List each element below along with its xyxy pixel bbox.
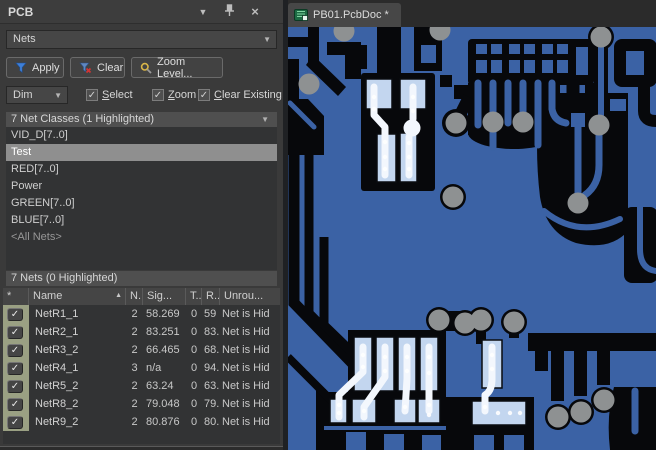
- zoom-level-button-label: Zoom Level...: [157, 55, 193, 80]
- net-class-item-all-nets[interactable]: <All Nets>: [6, 229, 277, 246]
- checkbox-check-icon: ✓: [152, 89, 164, 101]
- net-classes-header[interactable]: 7 Net Classes (1 Highlighted) ▼: [6, 112, 277, 127]
- table-row[interactable]: ✓ NetR4_1 3 n/a 0 94. Net is Hid: [3, 359, 280, 377]
- dim-select[interactable]: Dim ▼: [6, 86, 68, 104]
- panel-mode-select[interactable]: Nets ▼: [6, 30, 277, 49]
- net-class-item[interactable]: BLUE[7..0]: [6, 212, 277, 229]
- row-checkbox[interactable]: ✓: [7, 343, 23, 357]
- column-header-star[interactable]: *: [3, 288, 29, 305]
- column-header-nodes[interactable]: N..: [126, 288, 143, 305]
- pcb-document-icon: [294, 9, 308, 21]
- clear-button-label: Clear: [97, 61, 124, 74]
- row-checkbox[interactable]: ✓: [7, 415, 23, 429]
- close-icon[interactable]: ×: [247, 5, 263, 19]
- column-header-r[interactable]: R...: [202, 288, 220, 305]
- select-checkbox-label: Select: [102, 89, 133, 101]
- table-row[interactable]: ✓ NetR8_2 2 79.048 0 79. Net is Hid: [3, 395, 280, 413]
- chevron-down-icon: ▼: [263, 35, 271, 44]
- panel-menu-dropdown-icon[interactable]: ▼: [195, 5, 211, 19]
- table-row[interactable]: ✓ NetR9_2 2 80.876 0 80. Net is Hid: [3, 413, 280, 431]
- document-tab[interactable]: PB01.PcbDoc *: [288, 3, 401, 27]
- pin-icon[interactable]: [221, 4, 237, 18]
- net-class-item-selected[interactable]: Test: [6, 144, 277, 161]
- checkbox-check-icon: ✓: [198, 89, 210, 101]
- highlighted-via: [403, 119, 421, 137]
- chevron-down-icon: ▼: [54, 91, 62, 100]
- panel-titlebar: PCB ▼ ×: [0, 0, 283, 24]
- zoom-checkbox-label: Zoom: [168, 89, 197, 101]
- net-class-item[interactable]: Power: [6, 178, 277, 195]
- document-tabbar: PB01.PcbDoc *: [288, 0, 656, 27]
- table-row[interactable]: ✓ NetR3_2 2 66.465 0 68. Net is Hid: [3, 341, 280, 359]
- column-header-name[interactable]: Name ▲: [29, 288, 126, 305]
- net-class-item[interactable]: VID_D[7..0]: [6, 127, 277, 144]
- column-header-t[interactable]: T...: [186, 288, 202, 305]
- document-tab-label: PB01.PcbDoc *: [313, 9, 389, 21]
- nets-header[interactable]: 7 Nets (0 Highlighted): [6, 271, 277, 286]
- sort-ascending-icon: ▲: [115, 292, 122, 299]
- dim-value: Dim: [13, 89, 33, 101]
- pcb-editor-canvas[interactable]: [288, 27, 656, 450]
- net-class-item[interactable]: GREEN[7..0]: [6, 195, 277, 212]
- column-header-name-label: Name: [33, 290, 63, 302]
- checkbox-check-icon: ✓: [86, 89, 98, 101]
- select-checkbox[interactable]: ✓ Select: [86, 87, 133, 103]
- panel-mode-value: Nets: [13, 33, 36, 45]
- row-checkbox[interactable]: ✓: [7, 379, 23, 393]
- row-checkbox[interactable]: ✓: [7, 397, 23, 411]
- net-classes-list: VID_D[7..0] Test RED[7..0] Power GREEN[7…: [6, 127, 277, 270]
- nets-table-header: * Name ▲ N.. Sig... T... R... Unrou...: [3, 288, 280, 305]
- net-class-item[interactable]: RED[7..0]: [6, 161, 277, 178]
- clear-funnel-icon: [79, 62, 92, 73]
- net-classes-header-label: 7 Net Classes (1 Highlighted): [11, 113, 155, 125]
- column-header-signal[interactable]: Sig...: [143, 288, 186, 305]
- row-checkbox[interactable]: ✓: [7, 307, 23, 321]
- panel-section-divider[interactable]: [0, 446, 283, 450]
- zoom-checkbox[interactable]: ✓ Zoom: [152, 87, 196, 103]
- nets-header-label: 7 Nets (0 Highlighted): [11, 272, 118, 284]
- zoom-level-button[interactable]: Zoom Level...: [131, 55, 223, 80]
- magnifier-icon: [140, 62, 152, 74]
- clear-existing-checkbox[interactable]: ✓ Clear Existing: [198, 87, 282, 103]
- apply-button[interactable]: Apply: [6, 57, 64, 78]
- table-row[interactable]: ✓ NetR2_1 2 83.251 0 83. Net is Hid: [3, 323, 280, 341]
- nets-table: * Name ▲ N.. Sig... T... R... Unrou... ✓ …: [3, 288, 280, 444]
- column-header-unrouted[interactable]: Unrou...: [220, 288, 280, 305]
- pcb-panel: PCB ▼ × Nets ▼ Apply Clear Zoom Level...…: [0, 0, 283, 450]
- panel-title: PCB: [8, 5, 34, 19]
- row-checkbox[interactable]: ✓: [7, 325, 23, 339]
- clear-button[interactable]: Clear: [70, 57, 125, 78]
- apply-funnel-icon: [15, 62, 27, 73]
- clear-existing-checkbox-label: Clear Existing: [214, 89, 282, 101]
- apply-button-label: Apply: [32, 61, 60, 74]
- row-checkbox[interactable]: ✓: [7, 361, 23, 375]
- table-row[interactable]: ✓ NetR5_2 2 63.24 0 63. Net is Hid: [3, 377, 280, 395]
- chevron-down-icon: ▼: [261, 115, 269, 124]
- table-row[interactable]: ✓ NetR1_1 2 58.269 0 59 Net is Hid: [3, 305, 280, 323]
